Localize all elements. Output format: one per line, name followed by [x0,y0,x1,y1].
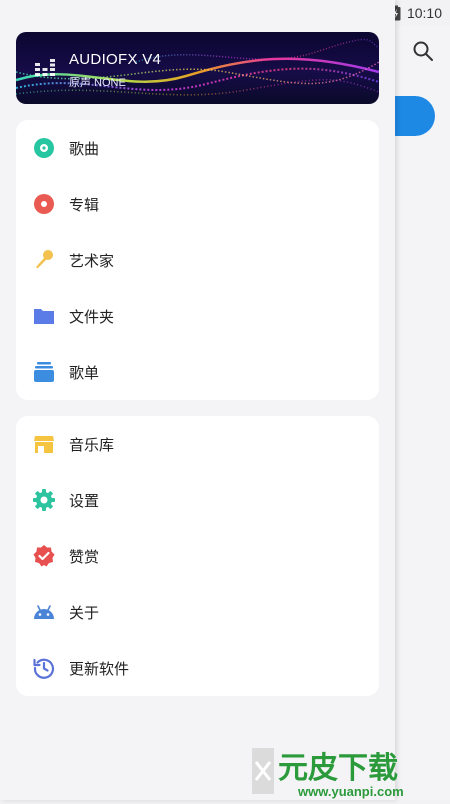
playlist-icon [34,362,54,382]
header-subtitle: 原声 NONE [69,77,126,89]
menu-label: 关于 [69,604,100,622]
menu-label: 音乐库 [69,436,115,454]
album-icon [34,194,54,214]
equalizer-icon [35,59,55,76]
android-icon [34,605,54,619]
menu-label: 设置 [69,492,100,510]
menu-item-folders[interactable]: 文件夹 [16,288,379,344]
navigation-drawer: AUDIOFX V4 原声 NONE 歌曲 专辑 艺术家 文件夹 歌单 音乐库 [0,0,395,800]
watermark-url: www.yuanpi.com [297,784,404,799]
menu-card-app: 音乐库 设置 赞赏 关于 更新软件 [16,416,379,696]
update-clock-icon [33,658,55,679]
disc-icon [34,138,54,158]
site-watermark: 元皮下载 www.yuanpi.com [250,740,450,800]
folder-icon [34,309,54,324]
menu-item-settings[interactable]: 设置 [16,472,379,528]
menu-item-songs[interactable]: 歌曲 [16,120,379,176]
search-icon[interactable] [412,40,434,66]
store-icon [34,436,54,453]
menu-item-update[interactable]: 更新软件 [16,640,379,696]
menu-label: 歌曲 [69,140,100,158]
menu-label: 文件夹 [69,308,115,326]
watermark-main: 元皮下载 [278,751,398,786]
menu-label: 专辑 [69,196,100,214]
main-action-pill[interactable] [395,96,435,136]
status-time: 10:10 [406,5,442,21]
menu-label: 赞赏 [69,548,100,566]
menu-item-about[interactable]: 关于 [16,584,379,640]
menu-label: 艺术家 [69,252,115,270]
menu-item-albums[interactable]: 专辑 [16,176,379,232]
verified-badge-icon [33,545,55,567]
main-screen-edge [393,26,450,800]
gear-icon [33,489,55,511]
menu-item-playlists[interactable]: 歌单 [16,344,379,400]
header-title: AUDIOFX V4 [69,51,162,68]
menu-card-library: 歌曲 专辑 艺术家 文件夹 歌单 [16,120,379,400]
audio-wave-art [16,38,379,96]
menu-item-music-library[interactable]: 音乐库 [16,416,379,472]
menu-item-artists[interactable]: 艺术家 [16,232,379,288]
drawer-header[interactable]: AUDIOFX V4 原声 NONE [16,32,379,104]
menu-label: 歌单 [69,364,100,382]
menu-label: 更新软件 [69,660,130,678]
watermark-logo: 元皮下载 www.yuanpi.com [252,748,404,799]
microphone-icon [36,250,53,269]
menu-item-donate[interactable]: 赞赏 [16,528,379,584]
